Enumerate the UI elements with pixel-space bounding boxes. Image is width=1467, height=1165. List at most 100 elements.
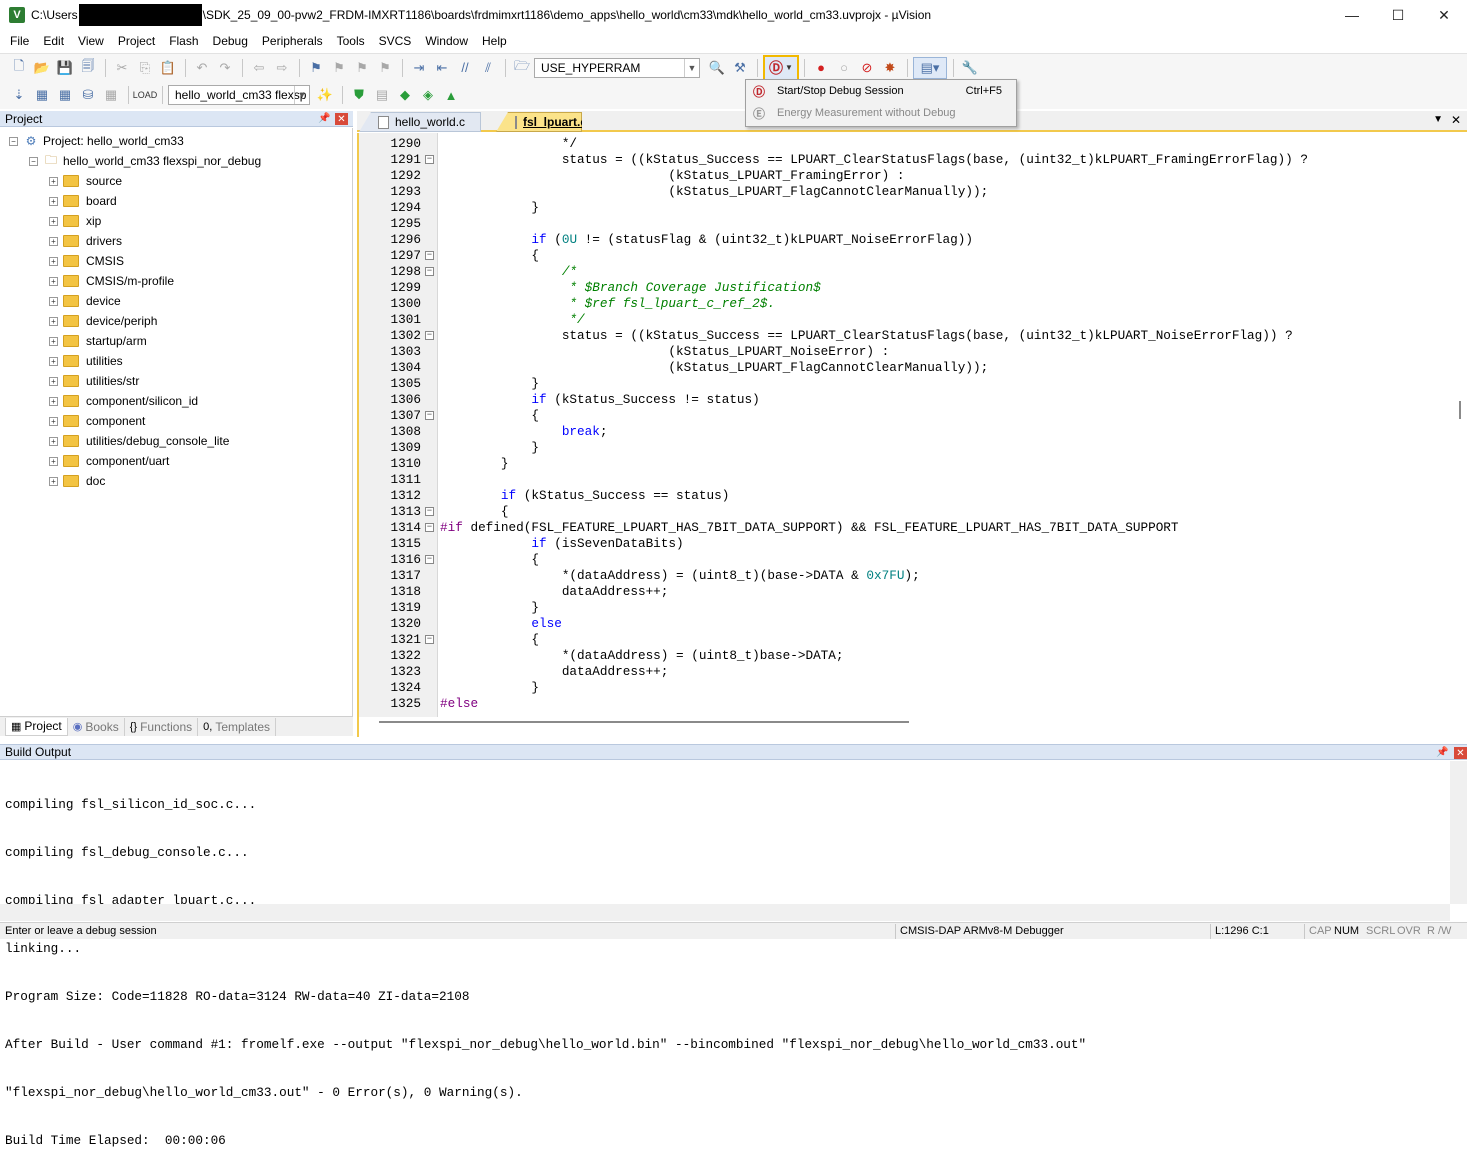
fold-toggle-icon[interactable]: − xyxy=(425,635,434,644)
menu-item-energy-measurement[interactable]: Ⓔ Energy Measurement without Debug xyxy=(746,102,1016,124)
manage-project-items-icon[interactable]: ⛊ xyxy=(348,84,370,106)
tab-templates[interactable]: 0, Templates xyxy=(198,717,277,736)
cut-icon[interactable]: ✂ xyxy=(111,57,133,79)
bookmark-icon[interactable]: ⚑ xyxy=(305,57,327,79)
expand-icon[interactable]: + xyxy=(49,336,58,346)
unindent-icon[interactable]: ⇤ xyxy=(431,57,453,79)
horizontal-scrollbar[interactable] xyxy=(379,721,909,723)
tree-group[interactable]: + source xyxy=(49,171,122,191)
menu-edit[interactable]: Edit xyxy=(36,30,71,52)
incremental-find-icon[interactable]: 🔍 xyxy=(706,57,728,79)
collapse-icon[interactable]: − xyxy=(9,136,18,146)
tree-group[interactable]: + device xyxy=(49,291,121,311)
code-editor[interactable]: 1290 */1291− status = ((kStatus_Success … xyxy=(357,133,1467,737)
tab-functions[interactable]: {} Functions xyxy=(125,717,199,736)
rebuild-icon[interactable]: ▦ xyxy=(54,84,76,106)
tree-group[interactable]: + component/uart xyxy=(49,451,169,471)
expand-icon[interactable]: + xyxy=(49,256,58,266)
event-recorder-icon[interactable]: ▲ xyxy=(440,84,462,106)
manage-rte-icon[interactable]: ◆ xyxy=(394,84,416,106)
menu-help[interactable]: Help xyxy=(475,30,514,52)
fold-toggle-icon[interactable]: − xyxy=(425,331,434,340)
expand-icon[interactable]: + xyxy=(49,236,58,246)
minimize-button[interactable]: — xyxy=(1329,0,1375,30)
window-layout-icon[interactable]: ▤▾ xyxy=(913,56,947,79)
translate-icon[interactable]: ⇣ xyxy=(8,84,30,106)
vertical-scrollbar[interactable] xyxy=(1459,401,1461,419)
expand-icon[interactable]: + xyxy=(49,356,58,366)
start-stop-debug-button[interactable]: Ⓓ ▼ xyxy=(763,54,799,81)
expand-icon[interactable]: + xyxy=(49,436,58,446)
navigate-back-icon[interactable]: ⇦ xyxy=(248,57,270,79)
fold-toggle-icon[interactable]: − xyxy=(425,155,434,164)
menu-file[interactable]: File xyxy=(3,30,36,52)
menu-debug[interactable]: Debug xyxy=(206,30,255,52)
batch-build-icon[interactable]: ⛁ xyxy=(77,84,99,106)
build-vertical-scrollbar[interactable] xyxy=(1450,761,1467,904)
save-icon[interactable]: 💾 xyxy=(54,57,76,79)
prev-bookmark-icon[interactable]: ⚑ xyxy=(328,57,350,79)
collapse-icon[interactable]: − xyxy=(29,156,38,166)
expand-icon[interactable]: + xyxy=(49,396,58,406)
expand-icon[interactable]: + xyxy=(49,176,58,186)
close-icon[interactable]: ✕ xyxy=(1454,747,1467,759)
tab-books[interactable]: ◉ Books xyxy=(68,717,125,736)
menu-item-start-stop-debug[interactable]: Ⓓ Start/Stop Debug Session Ctrl+F5 xyxy=(746,80,1016,102)
tree-group[interactable]: + device/periph xyxy=(49,311,157,331)
tab-list-chevron-icon[interactable]: ▼ xyxy=(1433,114,1443,125)
menu-peripherals[interactable]: Peripherals xyxy=(255,30,330,52)
tree-group[interactable]: + utilities/str xyxy=(49,371,139,391)
tree-project-root[interactable]: − ⚙ Project: hello_world_cm33 xyxy=(9,131,184,151)
indent-icon[interactable]: ⇥ xyxy=(408,57,430,79)
menu-window[interactable]: Window xyxy=(418,30,475,52)
tab-hello-world-c[interactable]: hello_world.c xyxy=(359,112,481,132)
tree-group[interactable]: + component/silicon_id xyxy=(49,391,198,411)
chevron-down-icon[interactable]: ▼ xyxy=(294,86,309,104)
tab-project[interactable]: ▦ Project xyxy=(5,717,68,736)
enable-breakpoint-icon[interactable]: ○ xyxy=(833,57,855,79)
tree-group[interactable]: + CMSIS xyxy=(49,251,124,271)
fold-toggle-icon[interactable]: − xyxy=(425,555,434,564)
tree-group[interactable]: + utilities xyxy=(49,351,123,371)
close-window-button[interactable]: ✕ xyxy=(1421,0,1467,30)
expand-icon[interactable]: + xyxy=(49,416,58,426)
fold-toggle-icon[interactable]: − xyxy=(425,267,434,276)
expand-icon[interactable]: + xyxy=(49,216,58,226)
menu-view[interactable]: View xyxy=(71,30,111,52)
menu-flash[interactable]: Flash xyxy=(162,30,205,52)
expand-icon[interactable]: + xyxy=(49,196,58,206)
target-options-icon[interactable]: ✨ xyxy=(314,84,336,106)
clear-bookmarks-icon[interactable]: ⚑ xyxy=(374,57,396,79)
expand-icon[interactable]: + xyxy=(49,376,58,386)
pack-installer-icon[interactable]: ◈ xyxy=(417,84,439,106)
fold-toggle-icon[interactable]: − xyxy=(425,507,434,516)
fold-toggle-icon[interactable]: − xyxy=(425,411,434,420)
select-packs-icon[interactable]: ▤ xyxy=(371,84,393,106)
tree-group[interactable]: + component xyxy=(49,411,145,431)
build-icon[interactable]: ▦ xyxy=(31,84,53,106)
expand-icon[interactable]: + xyxy=(49,296,58,306)
tree-group[interactable]: + utilities/debug_console_lite xyxy=(49,431,229,451)
source-browser-icon[interactable]: ⚒ xyxy=(729,57,751,79)
tree-group[interactable]: + doc xyxy=(49,471,105,491)
maximize-button[interactable]: ☐ xyxy=(1375,0,1421,30)
configure-icon[interactable]: 🔧 xyxy=(959,57,981,79)
save-all-icon[interactable]: 🗐 xyxy=(77,57,99,79)
build-output-text[interactable]: compiling fsl_silicon_id_soc.c... compil… xyxy=(0,761,1450,1148)
new-file-icon[interactable]: 🗋 xyxy=(8,57,30,79)
stop-build-icon[interactable]: ▦ xyxy=(100,84,122,106)
download-icon[interactable]: LOAD xyxy=(133,84,158,106)
disable-all-breakpoints-icon[interactable]: ⊘ xyxy=(856,57,878,79)
tree-group[interactable]: + xip xyxy=(49,211,101,231)
insert-breakpoint-icon[interactable]: ● xyxy=(810,57,832,79)
redo-icon[interactable]: ↷ xyxy=(214,57,236,79)
build-horizontal-scrollbar[interactable] xyxy=(0,904,1450,921)
comment-icon[interactable]: // xyxy=(454,57,476,79)
menu-project[interactable]: Project xyxy=(111,30,162,52)
tree-group[interactable]: + drivers xyxy=(49,231,122,251)
expand-icon[interactable]: + xyxy=(49,276,58,286)
tree-group[interactable]: + board xyxy=(49,191,117,211)
expand-icon[interactable]: + xyxy=(49,456,58,466)
undo-icon[interactable]: ↶ xyxy=(191,57,213,79)
kill-all-breakpoints-icon[interactable]: ✸ xyxy=(879,57,901,79)
